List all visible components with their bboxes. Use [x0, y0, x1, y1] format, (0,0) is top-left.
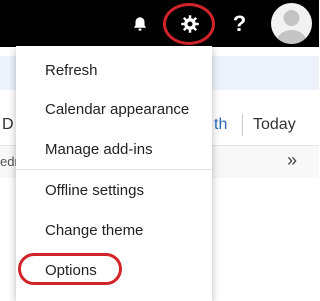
- settings-button[interactable]: [166, 0, 213, 47]
- gear-icon: [180, 14, 199, 33]
- top-bar: ?: [0, 0, 319, 47]
- bell-icon: [133, 16, 146, 31]
- menu-item-options[interactable]: Options: [16, 250, 212, 290]
- menu-item-change-theme[interactable]: Change theme: [16, 210, 212, 250]
- menu-item-offline-settings[interactable]: Offline settings: [16, 170, 212, 210]
- view-link-partial[interactable]: th: [214, 116, 227, 134]
- menu-item-calendar-appearance[interactable]: Calendar appearance: [16, 89, 212, 129]
- menu-item-refresh[interactable]: Refresh: [16, 50, 212, 90]
- avatar[interactable]: [271, 3, 312, 44]
- toolbar-divider: [242, 114, 243, 136]
- expand-chevron-icon[interactable]: »: [287, 150, 297, 171]
- today-button[interactable]: Today: [253, 116, 296, 134]
- help-button[interactable]: ?: [216, 0, 263, 47]
- settings-menu: Refresh Calendar appearance Manage add-i…: [16, 46, 212, 301]
- notifications-button[interactable]: [116, 0, 163, 47]
- menu-item-manage-add-ins[interactable]: Manage add-ins: [16, 129, 212, 169]
- help-icon: ?: [232, 10, 247, 36]
- person-icon: [276, 10, 307, 44]
- partial-text-left: D: [2, 116, 14, 133]
